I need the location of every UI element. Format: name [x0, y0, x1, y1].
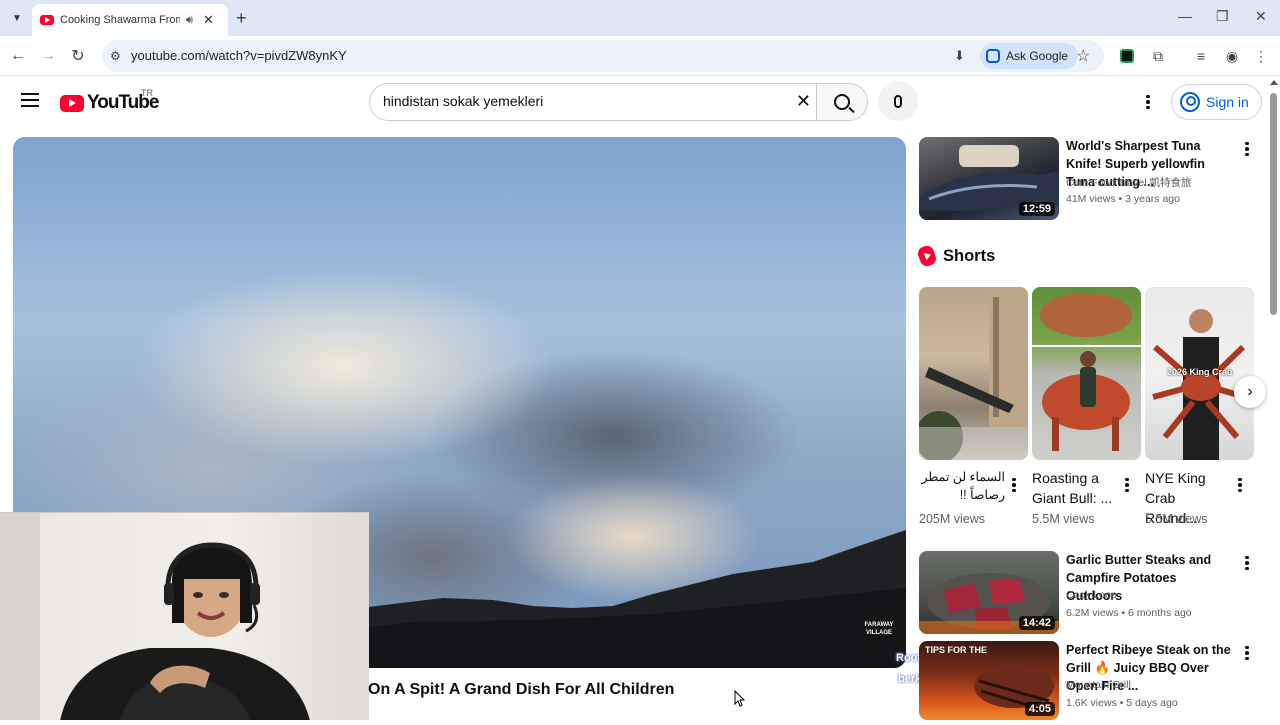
video-thumbnail[interactable]: TIPS FOR THE 4:05 — [919, 641, 1059, 720]
short-thumb-text: 2026 King Crab — [1167, 367, 1233, 377]
short-image — [1032, 293, 1141, 451]
more-icon[interactable] — [1140, 91, 1156, 113]
back-icon[interactable]: ← — [7, 45, 29, 67]
video-duration: 12:59 — [1018, 202, 1055, 216]
shorts-header: Shorts — [916, 243, 996, 269]
sign-in-label: Sign in — [1206, 94, 1249, 110]
star-icon[interactable]: ☆ — [1076, 46, 1090, 66]
video-meta: 41M views • 3 years ago — [1066, 193, 1180, 205]
channel-name[interactable]: Cate Food Travel 凱特食旅 — [1066, 175, 1191, 190]
short-item[interactable]: السماء لن تمطر رصاصاً !! 205M views — [919, 287, 1028, 526]
clear-search-icon[interactable]: ✕ — [796, 91, 811, 112]
install-icon[interactable]: ⬇ — [954, 48, 965, 64]
audio-icon[interactable]: 🔊︎ — [186, 14, 193, 27]
profile-icon[interactable]: ◉ — [1221, 45, 1243, 67]
site-info-icon[interactable]: ⚙ — [110, 49, 121, 63]
short-item[interactable]: Roasting a Giant Bull: ... 5.5M views — [1032, 287, 1141, 526]
streamer-image — [0, 513, 310, 720]
media-icon[interactable]: ≡ — [1190, 45, 1212, 67]
more-icon[interactable] — [1123, 477, 1131, 493]
youtube-favicon — [40, 15, 54, 25]
video-thumbnail[interactable]: 12:59 — [919, 137, 1059, 220]
webcam-overlay — [0, 512, 369, 720]
channel-name[interactable]: Cook Loop — [1066, 589, 1117, 601]
browser-tab-strip: ▼ Cooking Shawarma From A 🔊︎ ✕ + — ❐ ✕ — [0, 0, 1280, 36]
voice-search-button[interactable] — [878, 81, 918, 121]
mouse-cursor-icon — [734, 690, 746, 707]
short-thumbnail[interactable] — [919, 287, 1028, 460]
google-lens-icon — [986, 49, 1000, 63]
thumb-caption: TIPS FOR THE — [925, 645, 988, 655]
video-duration: 14:42 — [1018, 616, 1055, 630]
ask-google-label: Ask Google — [1006, 49, 1069, 63]
close-icon[interactable]: ✕ — [203, 12, 214, 28]
video-meta: 1.6K views • 5 days ago — [1066, 697, 1178, 709]
related-video[interactable]: 12:59 World's Sharpest Tuna Knife! Super… — [919, 137, 1254, 221]
youtube-header: YouTube TR hindistan sokak yemekleri ✕ S… — [0, 77, 1268, 127]
video-title: On A Spit! A Grand Dish For All Children — [368, 681, 675, 698]
search-icon — [834, 94, 850, 110]
browser-tab[interactable]: Cooking Shawarma From A 🔊︎ ✕ — [32, 4, 228, 36]
youtube-logo-icon — [60, 94, 84, 112]
short-item[interactable]: 2026 King Crab NYE King Crab Round... 5.… — [1145, 287, 1254, 526]
account-icon — [1180, 92, 1200, 112]
short-views: 205M views — [919, 512, 985, 526]
related-video[interactable]: 14:42 Garlic Butter Steaks and Campfire … — [919, 551, 1254, 635]
search-input-value[interactable]: hindistan sokak yemekleri — [383, 93, 543, 109]
browser-menu-icon[interactable]: ⋮ — [1250, 45, 1272, 67]
short-image — [919, 287, 1028, 460]
shorts-heading: Shorts — [943, 246, 996, 265]
extension-icon[interactable] — [1116, 45, 1138, 67]
search-button[interactable] — [816, 83, 868, 121]
forward-icon[interactable]: → — [37, 45, 59, 67]
minimize-icon[interactable]: — — [1178, 8, 1192, 24]
plus-icon[interactable]: + — [236, 8, 247, 28]
channel-name[interactable]: Mountain Grill — [1066, 679, 1131, 691]
chevron-right-icon[interactable]: › — [1234, 376, 1266, 408]
search-input[interactable]: hindistan sokak yemekleri ✕ — [369, 83, 817, 121]
video-meta: 6.2M views • 6 months ago — [1066, 607, 1192, 619]
short-thumbnail[interactable]: 2026 King Crab — [1145, 287, 1254, 460]
puzzle-icon[interactable]: ⧉ — [1147, 45, 1169, 67]
short-thumbnail[interactable] — [1032, 287, 1141, 460]
short-title[interactable]: Roasting a Giant Bull: ... — [1032, 468, 1118, 508]
shorts-icon — [916, 243, 938, 269]
page-scrollbar[interactable] — [1268, 77, 1280, 720]
tab-search-icon[interactable]: ▼ — [6, 7, 28, 29]
more-icon[interactable] — [1010, 477, 1018, 493]
restore-icon[interactable]: ❐ — [1216, 8, 1229, 25]
short-views: 5.5M views — [1032, 512, 1095, 526]
mic-icon — [894, 94, 902, 108]
ask-google-button[interactable]: Ask Google — [980, 43, 1079, 69]
related-video[interactable]: TIPS FOR THE 4:05 Perfect Ribeye Steak o… — [919, 641, 1254, 725]
reload-icon[interactable]: ↻ — [67, 45, 89, 67]
scroll-up-icon[interactable] — [1270, 80, 1278, 85]
video-duration: 4:05 — [1024, 702, 1055, 716]
url-text[interactable]: youtube.com/watch?v=pivdZW8ynKY — [131, 48, 347, 63]
short-views: 5.5M views — [1145, 512, 1208, 526]
sign-in-button[interactable]: Sign in — [1171, 84, 1262, 120]
more-icon[interactable] — [1243, 141, 1251, 157]
channel-watermark[interactable]: FARAWAY VILLAGE — [863, 614, 895, 646]
more-icon[interactable] — [1243, 555, 1251, 571]
address-bar[interactable]: ⚙ youtube.com/watch?v=pivdZW8ynKY ⬇ Ask … — [102, 40, 1104, 72]
scroll-thumb[interactable] — [1270, 93, 1277, 315]
video-thumbnail[interactable]: 14:42 — [919, 551, 1059, 634]
more-icon[interactable] — [1236, 477, 1244, 493]
more-icon[interactable] — [1243, 645, 1251, 661]
short-title[interactable]: السماء لن تمطر رصاصاً !! — [919, 468, 1005, 504]
tab-title: Cooking Shawarma From A — [60, 14, 180, 26]
browser-toolbar: ← → ↻ ⚙ youtube.com/watch?v=pivdZW8ynKY … — [0, 36, 1280, 76]
country-code: TR — [141, 88, 153, 98]
menu-icon[interactable] — [21, 93, 39, 107]
close-window-icon[interactable]: ✕ — [1255, 8, 1267, 25]
